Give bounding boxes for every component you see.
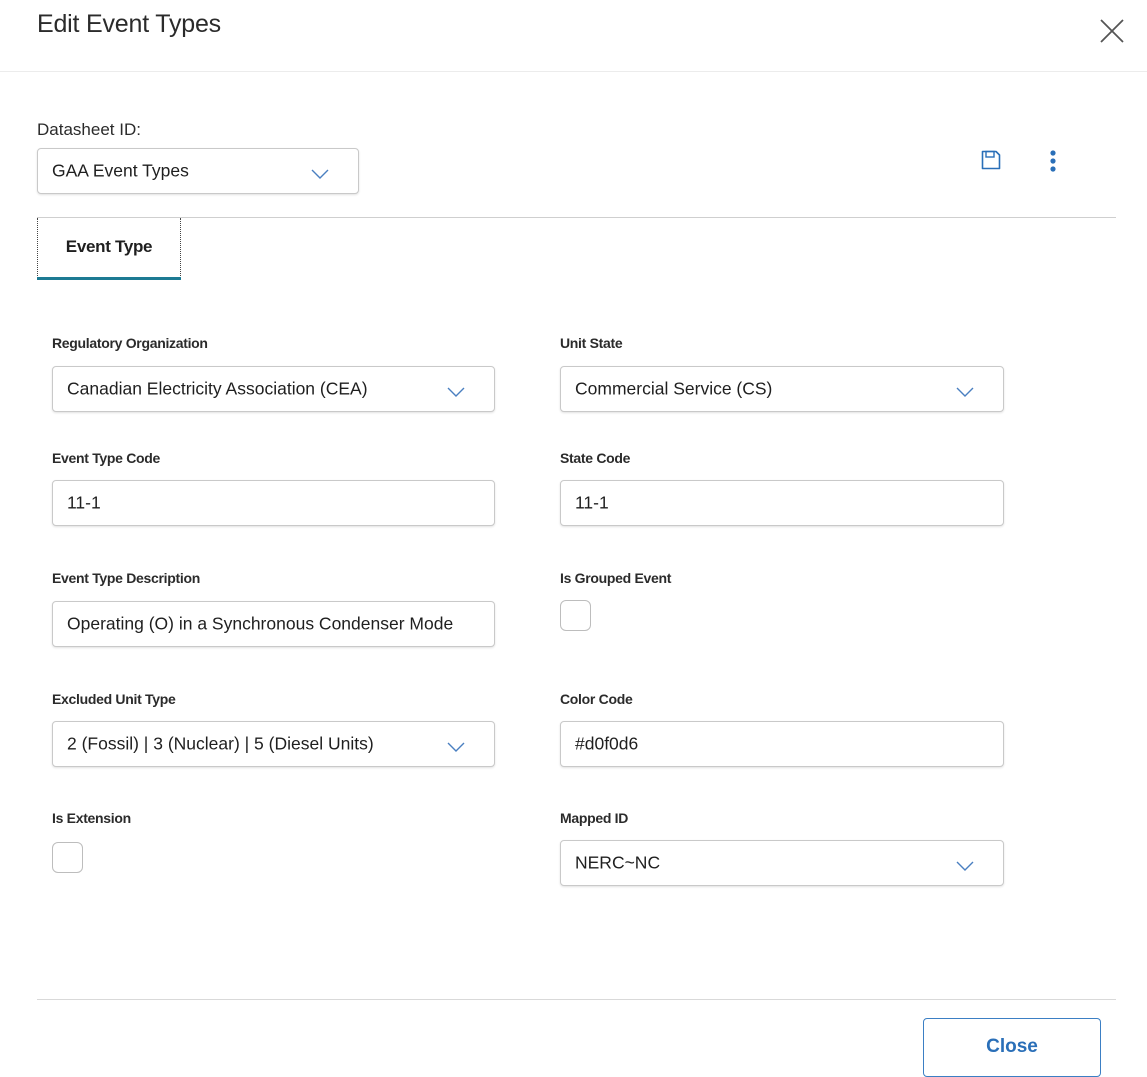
excluded-unit-type-value: 2 (Fossil) | 3 (Nuclear) | 5 (Diesel Uni… <box>67 733 374 754</box>
active-tab-indicator <box>37 277 181 280</box>
tab-label: Event Type <box>65 237 153 256</box>
event-type-code-value: 11-1 <box>67 492 101 513</box>
save-icon[interactable] <box>980 149 1002 171</box>
unit-state-label: Unit State <box>560 335 623 351</box>
is-grouped-event-checkbox[interactable] <box>560 600 591 631</box>
regulatory-organization-select[interactable]: Canadian Electricity Association (CEA) <box>52 366 495 412</box>
datasheet-id-select[interactable]: GAA Event Types <box>37 148 359 194</box>
event-type-code-label: Event Type Code <box>52 450 161 466</box>
event-type-code-input[interactable]: 11-1 <box>52 480 495 526</box>
chevron-down-icon <box>447 739 465 752</box>
mapped-id-value: NERC~NC <box>575 852 661 873</box>
unit-state-select[interactable]: Commercial Service (CS) <box>560 366 1004 412</box>
color-code-input[interactable]: #d0f0d6 <box>560 721 1004 767</box>
footer-divider <box>37 999 1116 1000</box>
event-type-description-value: Operating (O) in a Synchronous Condenser… <box>67 613 454 634</box>
chevron-down-icon <box>956 384 974 397</box>
more-vertical-icon[interactable] <box>1046 149 1060 175</box>
is-extension-checkbox[interactable] <box>52 842 83 873</box>
datasheet-id-value: GAA Event Types <box>52 160 189 181</box>
close-icon[interactable] <box>1097 16 1127 46</box>
state-code-value: 11-1 <box>575 492 609 513</box>
color-code-value: #d0f0d6 <box>575 733 639 754</box>
state-code-label: State Code <box>560 450 631 466</box>
header-divider <box>0 71 1147 72</box>
regulatory-organization-value: Canadian Electricity Association (CEA) <box>67 378 368 399</box>
chevron-down-icon <box>311 166 329 179</box>
close-button[interactable]: Close <box>923 1018 1101 1077</box>
mapped-id-label: Mapped ID <box>560 810 629 826</box>
color-code-label: Color Code <box>560 691 633 707</box>
is-grouped-event-label: Is Grouped Event <box>560 570 672 586</box>
datasheet-id-label: Datasheet ID: <box>37 120 141 139</box>
dialog-title: Edit Event Types <box>37 10 221 38</box>
is-extension-label: Is Extension <box>52 810 131 826</box>
state-code-input[interactable]: 11-1 <box>560 480 1004 526</box>
event-type-description-input[interactable]: Operating (O) in a Synchronous Condenser… <box>52 601 495 647</box>
regulatory-organization-label: Regulatory Organization <box>52 335 208 351</box>
tab-bar-divider <box>37 217 1116 218</box>
excluded-unit-type-select[interactable]: 2 (Fossil) | 3 (Nuclear) | 5 (Diesel Uni… <box>52 721 495 767</box>
chevron-down-icon <box>956 858 974 871</box>
chevron-down-icon <box>447 384 465 397</box>
unit-state-value: Commercial Service (CS) <box>575 378 773 399</box>
event-type-description-label: Event Type Description <box>52 570 200 586</box>
tab-event-type[interactable]: Event Type <box>37 218 181 280</box>
excluded-unit-type-label: Excluded Unit Type <box>52 691 176 707</box>
mapped-id-select[interactable]: NERC~NC <box>560 840 1004 886</box>
